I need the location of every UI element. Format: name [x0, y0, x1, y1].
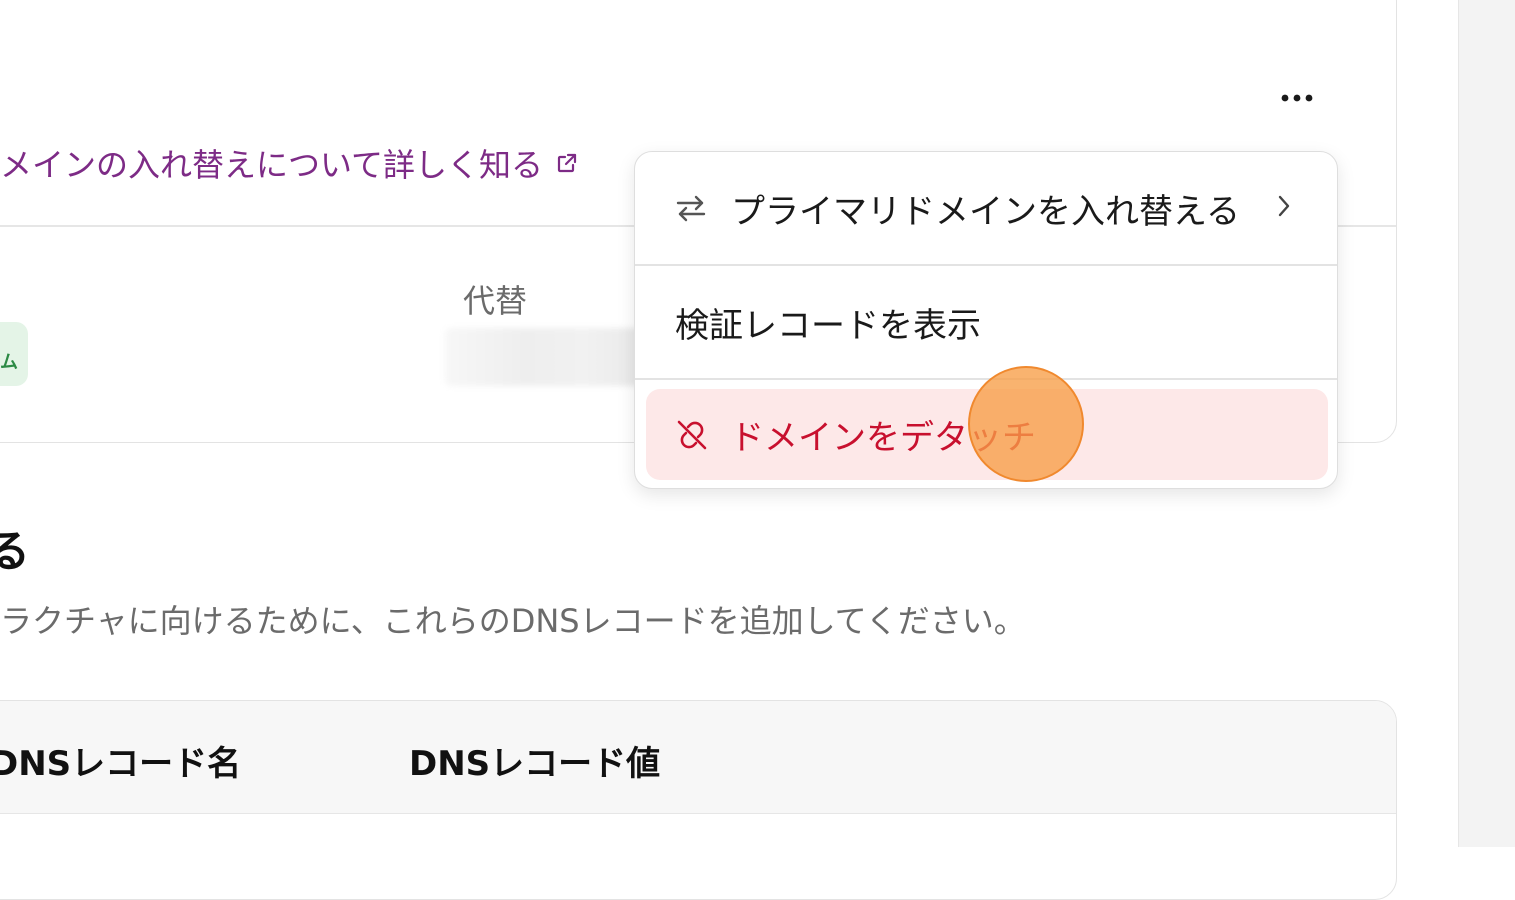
learn-more-label: メインの入れ替えについて詳しく知る: [0, 146, 544, 184]
column-header-alternate: 代替: [463, 282, 528, 320]
swap-arrows-icon: [675, 194, 711, 222]
redacted-domain-value: [445, 328, 645, 386]
scrollbar-track[interactable]: [1458, 0, 1515, 847]
status-badge-text: ム: [0, 352, 18, 373]
menu-item-label: プライマリドメインを入れ替える: [731, 191, 1240, 232]
status-badge: ム: [0, 322, 28, 386]
more-options-button[interactable]: [1272, 80, 1322, 116]
external-link-icon: [555, 151, 579, 175]
menu-item-label: 検証レコードを表示: [675, 305, 981, 346]
dns-records-card: [0, 700, 1397, 900]
menu-item-show-verification[interactable]: 検証レコードを表示: [635, 266, 1337, 378]
learn-more-link[interactable]: メインの入れ替えについて詳しく知る: [0, 140, 579, 186]
unlink-icon: [674, 417, 712, 453]
column-header-dns-name: DNSレコード名: [0, 744, 242, 784]
column-header-dns-value: DNSレコード値: [409, 744, 661, 784]
menu-item-swap-primary[interactable]: プライマリドメインを入れ替える: [635, 152, 1337, 264]
touch-indicator: [968, 366, 1084, 482]
menu-divider: [635, 378, 1337, 380]
section-heading: る: [0, 526, 30, 577]
chevron-right-icon: [1277, 194, 1291, 218]
more-horizontal-icon: [1281, 94, 1313, 102]
section-description: ラクチャに向けるために、これらのDNSレコードを追加してください。: [0, 602, 1026, 640]
